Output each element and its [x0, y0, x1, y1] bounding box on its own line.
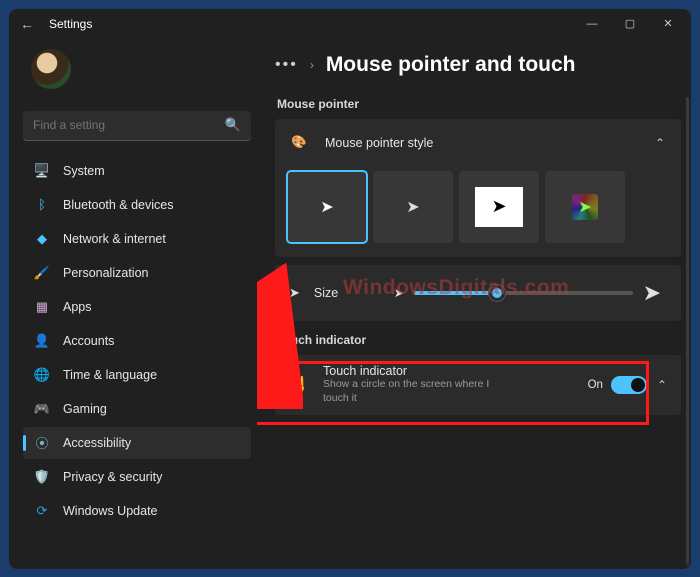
touch-card-title: Touch indicator [323, 364, 588, 378]
nav-label: Bluetooth & devices [63, 198, 174, 212]
touch-toggle[interactable] [611, 376, 647, 394]
cursor-min-icon: ➤ [394, 286, 404, 300]
scrollbar[interactable] [686, 97, 689, 565]
user-avatar[interactable] [31, 49, 71, 89]
cursor-small-icon: ➤ [289, 285, 300, 301]
breadcrumb-overflow[interactable]: ••• [275, 56, 298, 74]
cursor-icon: ➤ [578, 197, 591, 217]
pointer-size-row: ➤ Size ➤ ➤ [275, 265, 681, 321]
sidebar-item-personalization[interactable]: 🖌️ Personalization [23, 257, 251, 289]
pointer-style-inverted[interactable]: ➤ [459, 171, 539, 243]
nav-label: Accessibility [63, 436, 131, 450]
palette-icon: 🎨 [291, 135, 311, 150]
main-panel: ••• › Mouse pointer and touch Mouse poin… [257, 39, 691, 569]
sidebar-item-network-internet[interactable]: ◆ Network & internet [23, 223, 251, 255]
slider-thumb[interactable] [489, 285, 505, 301]
nav-label: Gaming [63, 402, 107, 416]
pointer-style-custom-color[interactable]: ➤ [545, 171, 625, 243]
nav-label: Apps [63, 300, 92, 314]
chevron-up-icon: ⌃ [655, 136, 665, 150]
close-button[interactable]: ✕ [649, 10, 687, 38]
nav-icon: 👤 [33, 332, 51, 350]
pointer-style-black[interactable]: ➤ [373, 171, 453, 243]
toggle-state-label: On [588, 379, 603, 391]
sidebar-item-apps[interactable]: ▦ Apps [23, 291, 251, 323]
breadcrumb: ••• › Mouse pointer and touch [275, 45, 681, 85]
nav-label: Personalization [63, 266, 148, 280]
window-title: Settings [49, 17, 92, 31]
nav-icon: 🌐 [33, 366, 51, 384]
nav-label: Accounts [63, 334, 114, 348]
chevron-right-icon: › [310, 58, 314, 72]
pointer-style-white[interactable]: ➤ [287, 171, 367, 243]
pointer-style-header[interactable]: 🎨 Mouse pointer style ⌃ [275, 119, 681, 167]
touch-card-desc: Show a circle on the screen where I touc… [323, 378, 513, 405]
cursor-icon: ➤ [406, 197, 419, 217]
nav-icon: 🖌️ [33, 264, 51, 282]
sidebar-item-bluetooth-devices[interactable]: ᛒ Bluetooth & devices [23, 189, 251, 221]
nav-icon: ᛒ [33, 196, 51, 214]
section-label-touch: Touch indicator [277, 333, 681, 347]
sidebar-item-gaming[interactable]: 🎮 Gaming [23, 393, 251, 425]
nav-label: Privacy & security [63, 470, 162, 484]
size-label: Size [314, 286, 394, 300]
nav-icon: ◆ [33, 230, 51, 248]
nav-icon: 🎮 [33, 400, 51, 418]
cursor-max-icon: ➤ [643, 280, 661, 306]
sidebar-item-time-language[interactable]: 🌐 Time & language [23, 359, 251, 391]
minimize-button[interactable]: — [573, 10, 611, 38]
nav-label: System [63, 164, 105, 178]
sidebar-item-windows-update[interactable]: ⟳ Windows Update [23, 495, 251, 527]
nav-icon: 🛡️ [33, 468, 51, 486]
section-label-mouse-pointer: Mouse pointer [277, 97, 681, 111]
touch-icon: ☝️ [289, 375, 311, 395]
back-button[interactable]: ← [13, 16, 41, 32]
size-slider[interactable] [414, 291, 633, 295]
nav-label: Network & internet [63, 232, 166, 246]
cursor-icon: ➤ [475, 187, 523, 227]
sidebar-item-accessibility[interactable]: ⦿ Accessibility [23, 427, 251, 459]
sidebar: 🔍 🖥️ System ᛒ Bluetooth & devices ◆ Network &… [9, 39, 257, 569]
maximize-button[interactable]: ▢ [611, 10, 649, 38]
search-box[interactable]: 🔍 [23, 111, 251, 141]
touch-indicator-card[interactable]: ☝️ Touch indicator Show a circle on the … [275, 355, 681, 415]
pointer-style-label: Mouse pointer style [325, 136, 655, 150]
page-title: Mouse pointer and touch [326, 53, 576, 77]
nav-label: Windows Update [63, 504, 158, 518]
nav-icon: ▦ [33, 298, 51, 316]
nav-icon: 🖥️ [33, 162, 51, 180]
titlebar: ← Settings — ▢ ✕ [9, 9, 691, 39]
pointer-style-card: 🎨 Mouse pointer style ⌃ ➤ ➤ ➤ ➤ [275, 119, 681, 257]
sidebar-item-privacy-security[interactable]: 🛡️ Privacy & security [23, 461, 251, 493]
nav-label: Time & language [63, 368, 157, 382]
nav-icon: ⦿ [33, 434, 51, 452]
sidebar-item-system[interactable]: 🖥️ System [23, 155, 251, 187]
settings-window: ← Settings — ▢ ✕ 🔍 🖥️ System ᛒ Bluetooth & … [9, 9, 691, 569]
search-input[interactable] [33, 118, 225, 132]
search-icon: 🔍 [225, 117, 241, 133]
chevron-up-icon: ⌃ [657, 378, 667, 392]
nav-icon: ⟳ [33, 502, 51, 520]
cursor-icon: ➤ [320, 197, 333, 217]
sidebar-item-accounts[interactable]: 👤 Accounts [23, 325, 251, 357]
